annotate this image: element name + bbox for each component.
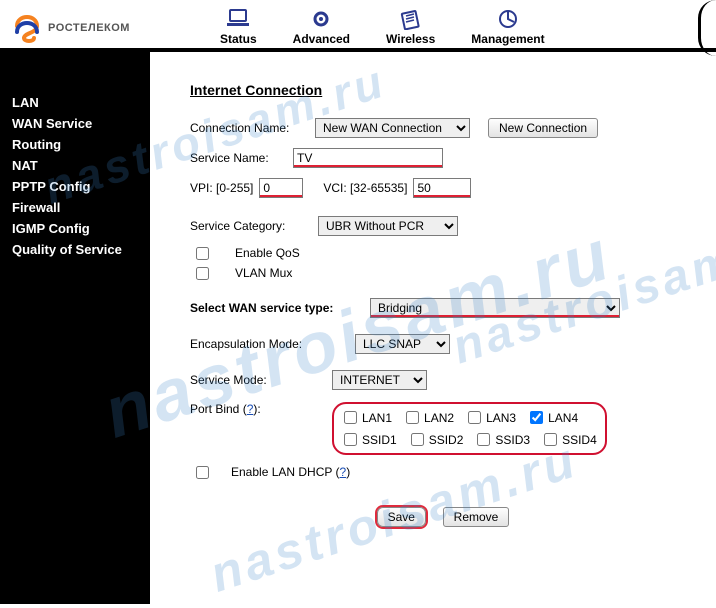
header-decor bbox=[698, 0, 716, 56]
vci-input[interactable] bbox=[413, 178, 471, 198]
brand-name: РОСТЕЛЕКОМ bbox=[48, 22, 130, 34]
gear-icon bbox=[309, 8, 333, 30]
encapsulation-select[interactable]: LLC SNAP bbox=[355, 334, 450, 354]
port-bind-group: LAN1 LAN2 LAN3 LAN4 SSID1 SSID2 SSID3 SS… bbox=[332, 402, 607, 455]
sidebar-item-firewall[interactable]: Firewall bbox=[12, 197, 138, 218]
action-row: Save Remove bbox=[190, 507, 696, 527]
sidebar-item-igmp[interactable]: IGMP Config bbox=[12, 218, 138, 239]
vpi-label: VPI: [0-255] bbox=[190, 181, 253, 195]
top-tabs: Status Advanced Wireless Management bbox=[220, 8, 545, 48]
sidebar-item-wan-service[interactable]: WAN Service bbox=[12, 113, 138, 134]
port-ssid3[interactable]: SSID3 bbox=[473, 430, 530, 449]
tab-wireless[interactable]: Wireless bbox=[386, 8, 435, 46]
service-mode-label: Service Mode: bbox=[190, 373, 332, 387]
connection-name-select[interactable]: New WAN Connection bbox=[315, 118, 470, 138]
service-mode-select[interactable]: INTERNET bbox=[332, 370, 427, 390]
port-lan3[interactable]: LAN3 bbox=[464, 408, 516, 427]
new-connection-button[interactable]: New Connection bbox=[488, 118, 598, 138]
sidebar-item-qos[interactable]: Quality of Service bbox=[12, 239, 138, 260]
wan-service-type-label: Select WAN service type: bbox=[190, 301, 370, 315]
service-name-label: Service Name: bbox=[190, 151, 293, 165]
port-ssid4[interactable]: SSID4 bbox=[540, 430, 597, 449]
main-panel: Internet Connection Connection Name: New… bbox=[150, 52, 716, 604]
service-category-select[interactable]: UBR Without PCR bbox=[318, 216, 458, 236]
logo-icon bbox=[12, 8, 42, 48]
vci-label: VCI: [32-65535] bbox=[323, 181, 407, 195]
laptop-icon bbox=[226, 8, 250, 30]
port-ssid2[interactable]: SSID2 bbox=[407, 430, 464, 449]
sidebar-item-pptp[interactable]: PPTP Config bbox=[12, 176, 138, 197]
port-lan2[interactable]: LAN2 bbox=[402, 408, 454, 427]
wireless-icon bbox=[399, 8, 423, 30]
tab-advanced[interactable]: Advanced bbox=[293, 8, 350, 46]
sidebar-item-routing[interactable]: Routing bbox=[12, 134, 138, 155]
port-lan4[interactable]: LAN4 bbox=[526, 408, 578, 427]
sidebar-item-lan[interactable]: LAN bbox=[12, 92, 138, 113]
vpi-input[interactable] bbox=[259, 178, 303, 198]
brand-logo: РОСТЕЛЕКОМ bbox=[12, 8, 130, 48]
vlan-mux-checkbox[interactable] bbox=[196, 267, 209, 280]
enable-qos-label: Enable QoS bbox=[235, 246, 300, 260]
header-bar: РОСТЕЛЕКОМ Status Advanced Wireless Mana… bbox=[0, 0, 716, 52]
port-bind-label: Port Bind (?): bbox=[190, 402, 332, 416]
vlan-mux-label: VLAN Mux bbox=[235, 266, 292, 280]
connection-name-label: Connection Name: bbox=[190, 121, 315, 135]
page-title: Internet Connection bbox=[190, 82, 696, 98]
enable-qos-checkbox[interactable] bbox=[196, 247, 209, 260]
remove-button[interactable]: Remove bbox=[443, 507, 510, 527]
sidebar: LAN WAN Service Routing NAT PPTP Config … bbox=[0, 52, 150, 604]
service-name-input[interactable] bbox=[293, 148, 443, 168]
wan-service-type-select[interactable]: Bridging bbox=[370, 298, 620, 318]
management-icon bbox=[496, 8, 520, 30]
enable-lan-dhcp-label: Enable LAN DHCP (?) bbox=[231, 465, 350, 479]
service-category-label: Service Category: bbox=[190, 219, 318, 233]
sidebar-item-nat[interactable]: NAT bbox=[12, 155, 138, 176]
encapsulation-label: Encapsulation Mode: bbox=[190, 337, 355, 351]
save-button[interactable]: Save bbox=[377, 507, 426, 527]
enable-lan-dhcp-checkbox[interactable] bbox=[196, 466, 209, 479]
port-lan1[interactable]: LAN1 bbox=[340, 408, 392, 427]
tab-management[interactable]: Management bbox=[471, 8, 544, 46]
port-ssid1[interactable]: SSID1 bbox=[340, 430, 397, 449]
tab-status[interactable]: Status bbox=[220, 8, 257, 46]
